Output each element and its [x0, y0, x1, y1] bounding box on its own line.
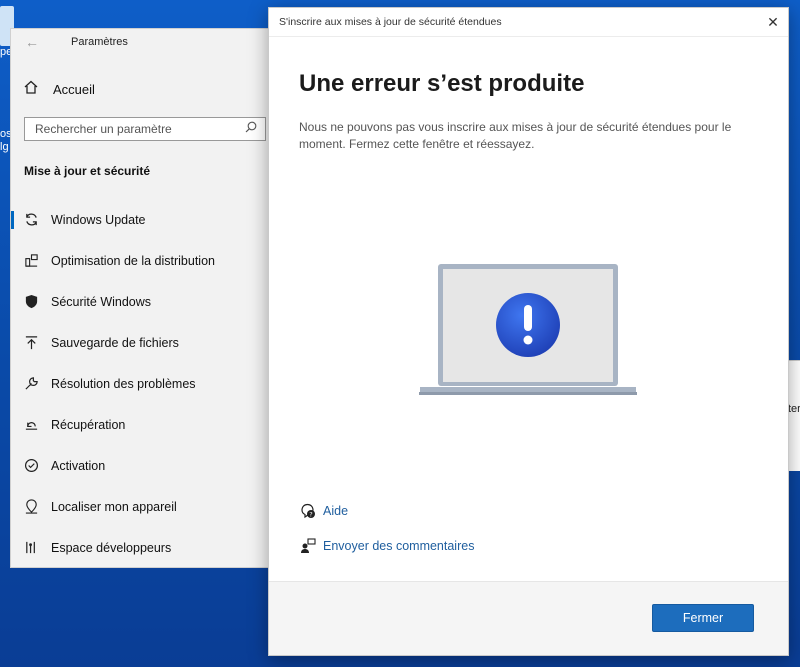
back-arrow-icon[interactable]: ←	[21, 34, 43, 50]
nav-item-label: Activation	[51, 458, 106, 473]
section-title: Mise à jour et sécurité	[24, 164, 151, 178]
error-message: Nous ne pouvons pas vous inscrire aux mi…	[299, 120, 732, 151]
upload-icon	[23, 335, 39, 351]
delivery-icon	[23, 253, 39, 269]
feedback-icon	[299, 537, 317, 555]
nav-item-label: Récupération	[51, 417, 126, 432]
help-link[interactable]: Aide	[323, 504, 348, 518]
nav-item-label: Espace développeurs	[51, 540, 172, 555]
search-icon[interactable]	[245, 120, 257, 138]
settings-nav: Windows Update Optimisation de la distri…	[11, 199, 276, 568]
nav-item-delivery-optimization[interactable]: Optimisation de la distribution	[11, 240, 276, 281]
nav-item-label: Sécurité Windows	[51, 294, 152, 309]
nav-item-developers[interactable]: Espace développeurs	[11, 527, 276, 568]
settings-window: ← Paramètres Accueil Mise à jour et sécu…	[10, 28, 277, 568]
check-circle-icon	[23, 458, 39, 474]
nav-item-find-my-device[interactable]: Localiser mon appareil	[11, 486, 276, 527]
nav-item-activation[interactable]: Activation	[11, 445, 276, 486]
home-label: Accueil	[53, 82, 95, 97]
refresh-icon	[23, 212, 39, 228]
nav-item-recovery[interactable]: Récupération	[11, 404, 276, 445]
nav-item-windows-security[interactable]: Sécurité Windows	[11, 281, 276, 322]
settings-title: Paramètres	[71, 36, 128, 48]
search-input[interactable]	[33, 121, 245, 137]
close-icon[interactable]: ✕	[758, 14, 788, 31]
help-link-row[interactable]: ? Aide	[299, 493, 474, 528]
nav-item-file-backup[interactable]: Sauvegarde de fichiers	[11, 322, 276, 363]
nav-item-label: Localiser mon appareil	[51, 499, 177, 514]
background-window-text: ter	[788, 403, 800, 415]
settings-titlebar: ← Paramètres	[11, 29, 276, 55]
dialog-titlebar: S'inscrire aux mises à jour de sécurité …	[269, 8, 788, 37]
recovery-icon	[23, 417, 39, 433]
dialog-links: ? Aide Envoyer des commentaires	[299, 493, 474, 563]
help-icon: ?	[299, 502, 317, 520]
nav-item-label: Sauvegarde de fichiers	[51, 335, 179, 350]
svg-text:?: ?	[309, 510, 312, 518]
error-heading: Une erreur s’est produite	[299, 70, 585, 97]
dialog-footer: Fermer	[269, 582, 788, 655]
feedback-link-row[interactable]: Envoyer des commentaires	[299, 528, 474, 563]
nav-item-label: Optimisation de la distribution	[51, 253, 215, 268]
wrench-icon	[23, 376, 39, 392]
shield-icon	[23, 294, 39, 310]
nav-item-label: Windows Update	[51, 212, 146, 227]
developer-icon	[23, 540, 39, 556]
nav-item-windows-update[interactable]: Windows Update	[11, 199, 276, 240]
feedback-link[interactable]: Envoyer des commentaires	[323, 539, 474, 553]
esu-dialog: S'inscrire aux mises à jour de sécurité …	[268, 7, 789, 656]
nav-item-label: Résolution des problèmes	[51, 376, 196, 391]
home-icon	[23, 79, 39, 100]
nav-item-troubleshoot[interactable]: Résolution des problèmes	[11, 363, 276, 404]
close-button[interactable]: Fermer	[652, 604, 754, 632]
dialog-title: S'inscrire aux mises à jour de sécurité …	[279, 16, 502, 28]
locate-icon	[23, 499, 39, 515]
home-link[interactable]: Accueil	[23, 79, 95, 100]
laptop-error-illustration	[419, 263, 639, 403]
settings-search-box[interactable]	[24, 117, 266, 141]
